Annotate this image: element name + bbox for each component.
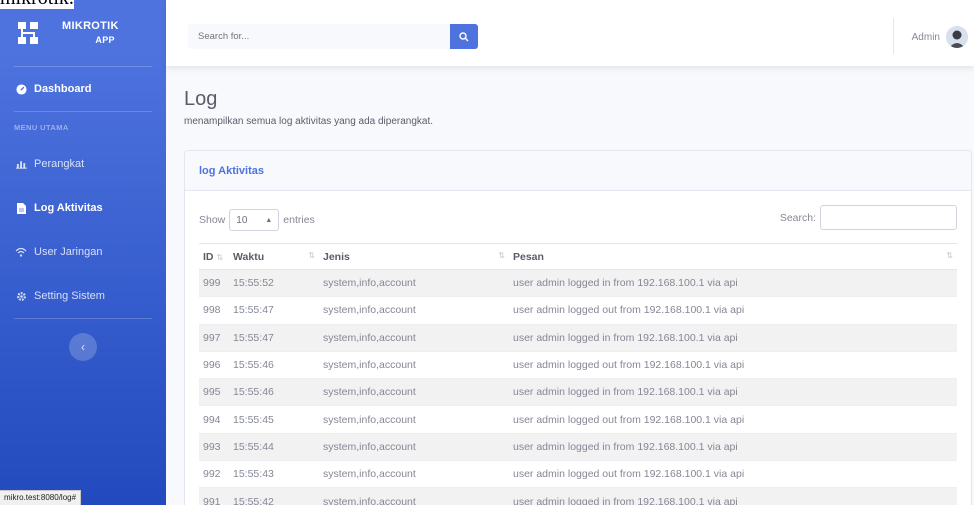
column-header-pesan[interactable]: Pesan ⇅ [509,243,957,270]
table-search-input[interactable] [820,205,957,230]
search-input[interactable] [188,24,450,49]
topbar-search [188,24,478,49]
table-search: Search: [780,205,957,230]
select-arrow-icon: ▲ [265,216,273,224]
table-row[interactable]: 994 15:55:45 system,info,account user admin… [199,405,957,434]
gear-icon [14,291,28,302]
sidebar-item-user-jaringan[interactable]: User Jaringan [0,230,166,274]
file-icon [14,202,28,214]
entries-select[interactable]: 10 ▲ [229,209,280,231]
table-controls: Show 10 ▲ entries Search: [199,205,957,231]
sidebar-item-setting-sistem[interactable]: Setting Sistem [0,274,166,318]
page-title: Log [184,88,218,110]
brand-subtitle: APP [95,35,115,45]
table-row[interactable]: 992 15:55:43 system,info,account user admin… [199,460,957,489]
tachometer-icon [14,83,28,95]
sort-icon: ⇅ [946,250,953,260]
status-bar-url: mikro.test:8080/log# [0,490,82,505]
sidebar-item-label: Setting Sistem [34,290,105,302]
search-button[interactable] [450,24,478,49]
sidebar: MIKROTIK APP Dashboard MENU UTAMA Perang… [0,0,166,505]
column-header-waktu[interactable]: Waktu ⇅ [229,243,319,270]
chevron-left-icon: ‹ [81,340,85,354]
card-title: log Aktivitas [185,151,971,191]
show-label: Show [199,214,226,226]
search-icon [459,31,469,41]
entries-control: Show 10 ▲ entries [199,209,315,231]
entries-label: entries [283,214,315,226]
sidebar-item-label: Dashboard [34,83,92,95]
avatar [946,26,968,48]
sidebar-item-label: Perangkat [34,158,85,170]
table-search-label: Search: [779,211,816,224]
table-row[interactable]: 996 15:55:46 system,info,account user admin… [199,351,957,380]
network-icon [14,19,42,47]
log-table: ID ⇅ Waktu ⇅ Jenis ⇅ Pesan ⇅ 999 15:55:52 syst… [199,243,957,505]
column-header-id[interactable]: ID ⇅ [199,243,229,270]
user-name: Admin [911,31,940,43]
table-row[interactable]: 999 15:55:52 system,info,account user admin… [199,269,957,298]
table-row[interactable]: 993 15:55:44 system,info,account user admin… [199,433,957,462]
sidebar-item-perangkat[interactable]: Perangkat [0,142,166,186]
main-content: Log menampilkan semua log aktivitas yang… [166,66,974,505]
page-description: menampilkan semua log aktivitas yang ada… [184,116,434,127]
sidebar-section-heading: MENU UTAMA [14,122,69,132]
bar-chart-icon [14,159,28,169]
sidebar-item-label: Log Aktivitas [34,202,103,214]
brand-title: MIKROTIK [62,20,119,32]
table-row[interactable]: 998 15:55:47 system,info,account user admin… [199,296,957,325]
sidebar-toggle-button[interactable]: ‹ [69,333,97,361]
sort-icon: ⇅ [308,250,315,260]
user-menu[interactable]: Admin [912,26,968,48]
wifi-icon [14,247,28,257]
column-header-jenis[interactable]: Jenis ⇅ [319,243,509,270]
log-card: log Aktivitas Show 10 ▲ entries Search: [184,150,972,505]
table-row[interactable]: 997 15:55:47 system,info,account user admin… [199,324,957,352]
sidebar-item-dashboard[interactable]: Dashboard [0,67,166,111]
table-row[interactable]: 991 15:55:42 system,info,account user admin… [199,487,957,505]
topbar: Admin [166,0,974,66]
sidebar-item-label: User Jaringan [34,246,103,258]
sort-icon: ⇅ [216,252,224,262]
table-header-row: ID ⇅ Waktu ⇅ Jenis ⇅ Pesan ⇅ [199,243,957,270]
topbar-divider [893,18,894,54]
window-title-clip: mikrotik. [0,0,74,9]
table-row[interactable]: 995 15:55:46 system,info,account user admin… [199,378,957,407]
sort-icon: ⇅ [498,250,505,260]
sidebar-divider [14,318,152,319]
sidebar-brand[interactable]: MIKROTIK APP [0,0,166,66]
sidebar-item-log-aktivitas[interactable]: Log Aktivitas [0,186,166,230]
page: mikrotik. MIKROTIK APP [0,0,974,505]
entries-value: 10 [236,214,248,226]
